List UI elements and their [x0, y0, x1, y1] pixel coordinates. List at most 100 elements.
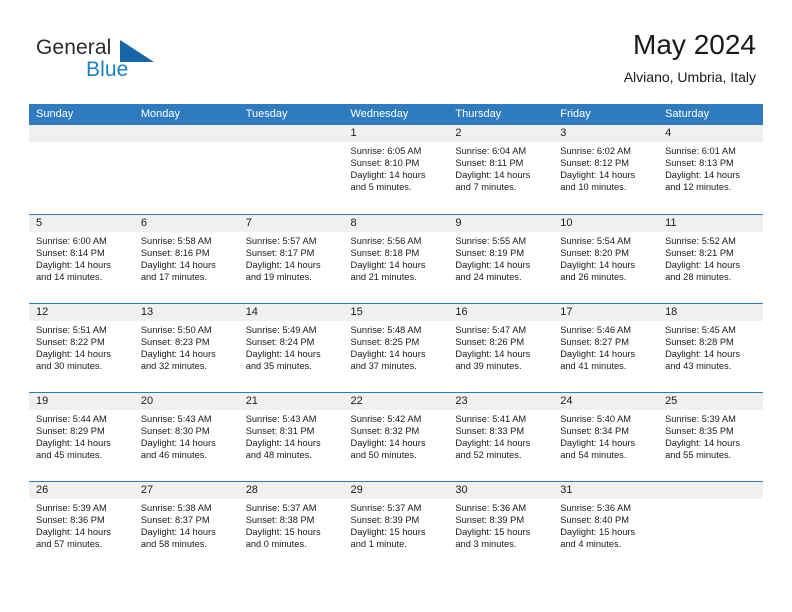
sunset-text: Sunset: 8:21 PM: [665, 247, 734, 258]
calendar-day-cell[interactable]: 13 Sunrise: 5:50 AM Sunset: 8:23 PM Dayligh…: [133, 302, 239, 392]
calendar-day-cell[interactable]: 24 Sunrise: 5:40 AM Sunset: 8:34 PM Dayligh…: [553, 391, 659, 481]
day-number: [658, 481, 763, 499]
daylight-text-line2: and 24 minutes.: [455, 271, 522, 282]
calendar-week-row: 19 Sunrise: 5:44 AM Sunset: 8:29 PM Dayligh…: [29, 391, 763, 481]
sunset-text: Sunset: 8:25 PM: [350, 336, 420, 347]
day-details: Sunrise: 5:43 AM Sunset: 8:31 PM Daylight:…: [239, 410, 344, 461]
day-cell-inner: 29 Sunrise: 5:37 AM Sunset: 8:39 PM Dayligh…: [343, 481, 449, 571]
daylight-text-line1: Daylight: 14 hours: [140, 348, 216, 359]
sunrise-text: Sunrise: 5:37 AM: [245, 502, 317, 513]
brand-logo[interactable]: General Blue: [36, 36, 166, 84]
day-cell-inner: 5 Sunrise: 6:00 AM Sunset: 8:14 PM Daylight…: [29, 214, 134, 303]
calendar-page: General Blue May 2024 Alviano, Umbria, I…: [0, 0, 792, 612]
sunrise-text: Sunrise: 5:38 AM: [140, 502, 212, 513]
calendar-day-cell[interactable]: 18 Sunrise: 5:45 AM Sunset: 8:28 PM Dayligh…: [658, 302, 763, 392]
sunset-text: Sunset: 8:34 PM: [560, 425, 629, 436]
daylight-text-line2: and 3 minutes.: [455, 538, 517, 549]
weekday-header-friday: Friday: [553, 104, 659, 125]
day-details: Sunrise: 5:58 AM Sunset: 8:16 PM Daylight:…: [134, 232, 239, 283]
calendar-day-cell[interactable]: 10 Sunrise: 5:54 AM Sunset: 8:20 PM Dayligh…: [553, 213, 659, 303]
day-details: Sunrise: 5:57 AM Sunset: 8:17 PM Daylight:…: [239, 232, 344, 283]
calendar-day-cell[interactable]: 7 Sunrise: 5:57 AM Sunset: 8:17 PM Daylight…: [238, 213, 344, 303]
daylight-text-line1: Daylight: 14 hours: [245, 437, 321, 448]
calendar-day-cell[interactable]: 5 Sunrise: 6:00 AM Sunset: 8:14 PM Daylight…: [29, 213, 134, 303]
calendar-day-cell[interactable]: 17 Sunrise: 5:46 AM Sunset: 8:27 PM Dayligh…: [553, 302, 659, 392]
day-cell-inner: [133, 125, 239, 214]
calendar-day-cell[interactable]: 26 Sunrise: 5:39 AM Sunset: 8:36 PM Dayligh…: [29, 480, 134, 571]
calendar-day-cell[interactable]: 16 Sunrise: 5:47 AM Sunset: 8:26 PM Dayligh…: [448, 302, 554, 392]
calendar-day-cell[interactable]: 1 Sunrise: 6:05 AM Sunset: 8:10 PM Daylight…: [343, 125, 449, 214]
calendar-day-cell[interactable]: 8 Sunrise: 5:56 AM Sunset: 8:18 PM Daylight…: [343, 213, 449, 303]
calendar-day-cell[interactable]: 25 Sunrise: 5:39 AM Sunset: 8:35 PM Dayligh…: [658, 391, 763, 481]
daylight-text-line2: and 45 minutes.: [36, 449, 103, 460]
day-number: [29, 125, 134, 142]
calendar-day-cell[interactable]: 23 Sunrise: 5:41 AM Sunset: 8:33 PM Dayligh…: [448, 391, 554, 481]
day-details: Sunrise: 5:42 AM Sunset: 8:32 PM Daylight:…: [344, 410, 449, 461]
daylight-text-line2: and 55 minutes.: [665, 449, 732, 460]
daylight-text-line1: Daylight: 14 hours: [350, 170, 426, 181]
day-details: Sunrise: 5:49 AM Sunset: 8:24 PM Daylight:…: [239, 321, 344, 372]
day-number: 21: [238, 392, 344, 410]
calendar-day-cell[interactable]: 14 Sunrise: 5:49 AM Sunset: 8:24 PM Dayligh…: [238, 302, 344, 392]
day-cell-inner: 23 Sunrise: 5:41 AM Sunset: 8:33 PM Dayligh…: [448, 392, 554, 481]
calendar-day-cell[interactable]: 2 Sunrise: 6:04 AM Sunset: 8:11 PM Daylight…: [448, 125, 554, 214]
calendar-day-cell[interactable]: 15 Sunrise: 5:48 AM Sunset: 8:25 PM Dayligh…: [343, 302, 449, 392]
day-cell-inner: 26 Sunrise: 5:39 AM Sunset: 8:36 PM Dayligh…: [29, 481, 134, 571]
daylight-text-line2: and 14 minutes.: [36, 271, 103, 282]
sunset-text: Sunset: 8:30 PM: [140, 425, 210, 436]
calendar-day-cell[interactable]: 3 Sunrise: 6:02 AM Sunset: 8:12 PM Daylight…: [553, 125, 659, 214]
calendar-day-cell[interactable]: 20 Sunrise: 5:43 AM Sunset: 8:30 PM Dayligh…: [133, 391, 239, 481]
day-cell-inner: 21 Sunrise: 5:43 AM Sunset: 8:31 PM Dayligh…: [238, 392, 344, 481]
page-subtitle: Alviano, Umbria, Italy: [623, 69, 756, 85]
sunset-text: Sunset: 8:13 PM: [665, 158, 734, 169]
sunset-text: Sunset: 8:12 PM: [560, 158, 629, 169]
daylight-text-line1: Daylight: 14 hours: [560, 437, 636, 448]
calendar-day-cell[interactable]: 4 Sunrise: 6:01 AM Sunset: 8:13 PM Daylight…: [658, 125, 763, 214]
calendar-day-cell[interactable]: 6 Sunrise: 5:58 AM Sunset: 8:16 PM Daylight…: [133, 213, 239, 303]
calendar-day-cell[interactable]: 12 Sunrise: 5:51 AM Sunset: 8:22 PM Dayligh…: [29, 302, 134, 392]
day-details: Sunrise: 5:45 AM Sunset: 8:28 PM Daylight:…: [658, 321, 763, 372]
daylight-text-line2: and 48 minutes.: [245, 449, 312, 460]
calendar-day-cell[interactable]: 27 Sunrise: 5:38 AM Sunset: 8:37 PM Dayligh…: [133, 480, 239, 570]
sunrise-text: Sunrise: 5:52 AM: [665, 235, 736, 246]
sunrise-text: Sunrise: 5:45 AM: [665, 324, 736, 335]
daylight-text-line1: Daylight: 14 hours: [140, 259, 216, 270]
calendar-day-cell[interactable]: 31 Sunrise: 5:36 AM Sunset: 8:40 PM Dayligh…: [553, 480, 659, 571]
day-details: Sunrise: 5:37 AM Sunset: 8:38 PM Daylight:…: [239, 499, 344, 550]
calendar-day-cell[interactable]: 30 Sunrise: 5:36 AM Sunset: 8:39 PM Dayligh…: [448, 480, 554, 570]
calendar-day-cell[interactable]: 19 Sunrise: 5:44 AM Sunset: 8:29 PM Dayligh…: [29, 391, 134, 481]
daylight-text-line2: and 52 minutes.: [455, 449, 522, 460]
calendar-day-cell[interactable]: 21 Sunrise: 5:43 AM Sunset: 8:31 PM Dayligh…: [238, 391, 344, 481]
daylight-text-line2: and 0 minutes.: [245, 538, 307, 549]
day-cell-inner: 11 Sunrise: 5:52 AM Sunset: 8:21 PM Dayligh…: [658, 214, 763, 303]
calendar-day-cell[interactable]: 29 Sunrise: 5:37 AM Sunset: 8:39 PM Dayligh…: [343, 480, 449, 571]
weekday-header-saturday: Saturday: [658, 104, 763, 125]
day-cell-inner: [658, 481, 763, 571]
sunrise-text: Sunrise: 5:40 AM: [560, 413, 632, 424]
day-cell-inner: 31 Sunrise: 5:36 AM Sunset: 8:40 PM Dayligh…: [553, 481, 659, 571]
daylight-text-line1: Daylight: 15 hours: [560, 526, 636, 537]
daylight-text-line2: and 37 minutes.: [350, 360, 417, 371]
daylight-text-line2: and 39 minutes.: [455, 360, 522, 371]
brand-name-blue: Blue: [86, 58, 129, 81]
sunrise-text: Sunrise: 5:56 AM: [350, 235, 422, 246]
sunset-text: Sunset: 8:26 PM: [455, 336, 525, 347]
day-cell-inner: 14 Sunrise: 5:49 AM Sunset: 8:24 PM Dayligh…: [238, 303, 344, 392]
calendar-day-cell[interactable]: 9 Sunrise: 5:55 AM Sunset: 8:19 PM Daylight…: [448, 213, 554, 303]
sunset-text: Sunset: 8:24 PM: [245, 336, 315, 347]
calendar-day-cell[interactable]: 22 Sunrise: 5:42 AM Sunset: 8:32 PM Dayligh…: [343, 391, 449, 481]
daylight-text-line1: Daylight: 15 hours: [245, 526, 321, 537]
sunset-text: Sunset: 8:35 PM: [665, 425, 734, 436]
day-details: Sunrise: 6:02 AM Sunset: 8:12 PM Daylight:…: [553, 142, 658, 193]
day-number: 9: [448, 214, 554, 232]
daylight-text-line2: and 50 minutes.: [350, 449, 417, 460]
calendar-day-cell[interactable]: 11 Sunrise: 5:52 AM Sunset: 8:21 PM Dayligh…: [658, 213, 763, 303]
sunset-text: Sunset: 8:38 PM: [245, 514, 315, 525]
day-details: Sunrise: 5:55 AM Sunset: 8:19 PM Daylight:…: [448, 232, 553, 283]
day-number: 2: [448, 125, 554, 142]
daylight-text-line1: Daylight: 14 hours: [350, 259, 426, 270]
day-details: Sunrise: 5:38 AM Sunset: 8:37 PM Daylight:…: [134, 499, 239, 550]
daylight-text-line2: and 35 minutes.: [245, 360, 312, 371]
sunrise-text: Sunrise: 5:43 AM: [140, 413, 212, 424]
calendar-day-cell[interactable]: 28 Sunrise: 5:37 AM Sunset: 8:38 PM Dayligh…: [238, 480, 344, 570]
